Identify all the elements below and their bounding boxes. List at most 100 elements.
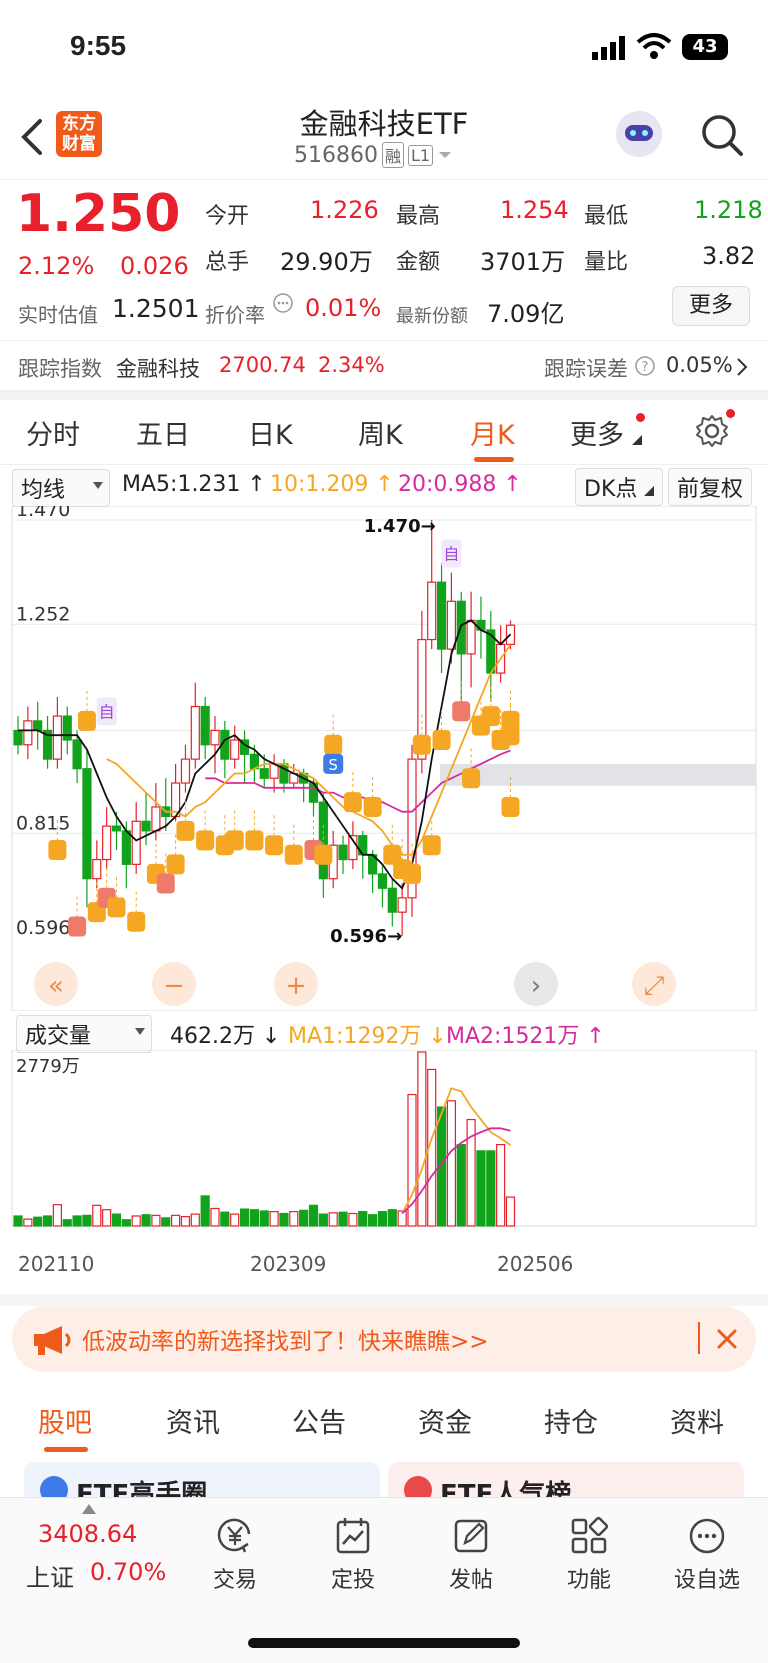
nav-functions[interactable]: 功能	[544, 1516, 634, 1594]
candle	[436, 581, 447, 650]
back-icon[interactable]	[18, 117, 46, 157]
high-value: 1.254	[500, 196, 569, 224]
banner-separator	[698, 1322, 700, 1354]
trade-marker	[462, 768, 481, 789]
tracking-row: 跟踪指数 金融科技 2700.74 2.34% 跟踪误差 ? 0.05%	[0, 340, 768, 390]
trade-marker	[324, 734, 343, 755]
settings-gear-icon[interactable]	[694, 413, 730, 449]
app-logo: 东方 财富	[56, 111, 102, 157]
notification-dot	[636, 413, 645, 422]
tab-funds[interactable]: 资金	[418, 1401, 472, 1440]
corner-triangle-icon	[644, 486, 655, 496]
card-etf-popular[interactable]: ETF人气榜	[388, 1462, 744, 1502]
indicator-select[interactable]: 均线	[12, 469, 110, 507]
candle	[23, 720, 33, 746]
volume-bar	[13, 1215, 23, 1227]
volume-bar	[180, 1216, 191, 1227]
chevron-right-icon	[737, 358, 748, 376]
tab-more[interactable]: 更多	[570, 413, 624, 452]
volume-bar	[220, 1211, 230, 1227]
dk-point-button[interactable]: DK点	[575, 468, 664, 506]
edit-post-icon	[454, 1519, 488, 1553]
tab-holdings[interactable]: 持仓	[544, 1401, 598, 1440]
card-etf-experts[interactable]: ETF高手圈	[24, 1462, 380, 1502]
search-icon[interactable]	[700, 113, 744, 157]
indicator-select-value: 均线	[21, 478, 66, 503]
volume-bar	[446, 1100, 456, 1227]
code-row[interactable]: 516860 融 L1	[294, 142, 453, 168]
volume-bar	[368, 1214, 378, 1227]
status-time: 9:55	[70, 30, 127, 61]
promo-banner[interactable]: 低波动率的新选择找到了！快来瞧瞧>>	[12, 1306, 756, 1372]
trade-marker	[245, 830, 264, 851]
help-icon[interactable]: ?	[634, 355, 656, 377]
candle	[102, 825, 112, 861]
zoom-out-icon-glyph: −	[163, 971, 185, 1001]
volume-max-label: 2779万	[16, 1056, 80, 1077]
ma10-line	[106, 644, 512, 856]
volume-bar	[141, 1214, 151, 1227]
section-divider	[0, 1294, 768, 1306]
tab-news[interactable]: 资讯	[166, 1401, 220, 1440]
stock-code: 516860	[294, 142, 378, 168]
nav-invest-plan[interactable]: 定投	[308, 1516, 398, 1594]
index-value[interactable]: 3408.64	[38, 1520, 137, 1548]
buy-marker	[68, 916, 87, 937]
candle	[210, 729, 220, 746]
nav-add-watchlist[interactable]: 设自选	[662, 1516, 752, 1594]
candle	[180, 758, 191, 784]
last-price: 1.250	[16, 184, 181, 244]
nav-functions-label: 功能	[566, 1568, 611, 1593]
more-button[interactable]: 更多	[672, 286, 750, 326]
nav-post[interactable]: 发帖	[426, 1516, 516, 1594]
candle	[52, 715, 63, 760]
volume-bar	[377, 1210, 388, 1227]
tab-announcements[interactable]: 公告	[292, 1401, 346, 1440]
banner-text: 低波动率的新选择找到了！快来瞧瞧>>	[82, 1329, 489, 1355]
estimate-label: 实时估值	[18, 303, 98, 327]
volume-bar	[417, 1051, 427, 1227]
active-tab-indicator	[44, 1447, 88, 1452]
amount-value: 3701万	[480, 248, 566, 276]
home-indicator	[248, 1638, 520, 1648]
tab-five-day[interactable]: 五日	[136, 413, 190, 452]
tab-forum[interactable]: 股吧	[38, 1401, 92, 1440]
ma-legend-bar: 均线 MA5:1.231 ↑ 10:1.209 ↑ 20:0.988 ↑ DK点…	[0, 466, 768, 507]
battery-level: 43	[692, 36, 718, 57]
volume-bar	[72, 1215, 82, 1227]
robot-avatar-icon[interactable]	[616, 111, 662, 157]
candlestick-chart[interactable]: 1.4701.2520.8150.596自自S1.470→0.596→« − + › ⤢	[0, 506, 768, 1011]
tab-profile[interactable]: 资料	[670, 1401, 724, 1440]
tab-daily-k[interactable]: 日K	[248, 413, 293, 452]
vol-ma2-value: MA2:1521万 ↑	[446, 1024, 605, 1049]
track-index-name[interactable]: 金融科技	[116, 353, 200, 383]
adjust-button[interactable]: 前复权	[668, 468, 753, 506]
volume-select-value: 成交量	[25, 1024, 92, 1049]
nav-invest-plan-label: 定投	[330, 1568, 375, 1593]
low-price-marker: 0.596→	[330, 926, 402, 947]
volume-select[interactable]: 成交量	[16, 1015, 152, 1053]
volume-chart[interactable]: 2779万	[0, 1050, 768, 1240]
trade-marker	[343, 792, 362, 813]
dk-point-label: DK点	[584, 477, 638, 502]
candle	[151, 806, 161, 832]
volume-legend-bar: 成交量 462.2万 ↓ MA1:1292万 ↓ MA2:1521万 ↑	[0, 1013, 768, 1053]
candle	[92, 858, 102, 880]
tab-intraday[interactable]: 分时	[26, 413, 80, 452]
volume-label: 总手	[205, 250, 250, 275]
tab-weekly-k[interactable]: 周K	[358, 413, 403, 452]
volume-bar	[121, 1219, 131, 1227]
nav-trade[interactable]: 交易	[190, 1516, 280, 1594]
sell-marker-label: S	[328, 756, 338, 774]
trade-marker	[432, 730, 451, 750]
dropdown-caret-icon	[93, 482, 103, 489]
info-dots-icon[interactable]	[272, 292, 294, 314]
dropdown-caret-icon	[135, 1028, 145, 1035]
tab-monthly-k[interactable]: 月K	[470, 413, 515, 452]
close-icon[interactable]	[716, 1328, 738, 1350]
x-axis: 202110 202309 202506	[0, 1252, 768, 1292]
corner-triangle-icon	[632, 435, 642, 445]
volume-bar	[92, 1204, 102, 1227]
svg-text:?: ?	[642, 360, 649, 375]
header: 东方 财富 金融科技ETF 516860 融 L1	[0, 95, 768, 180]
